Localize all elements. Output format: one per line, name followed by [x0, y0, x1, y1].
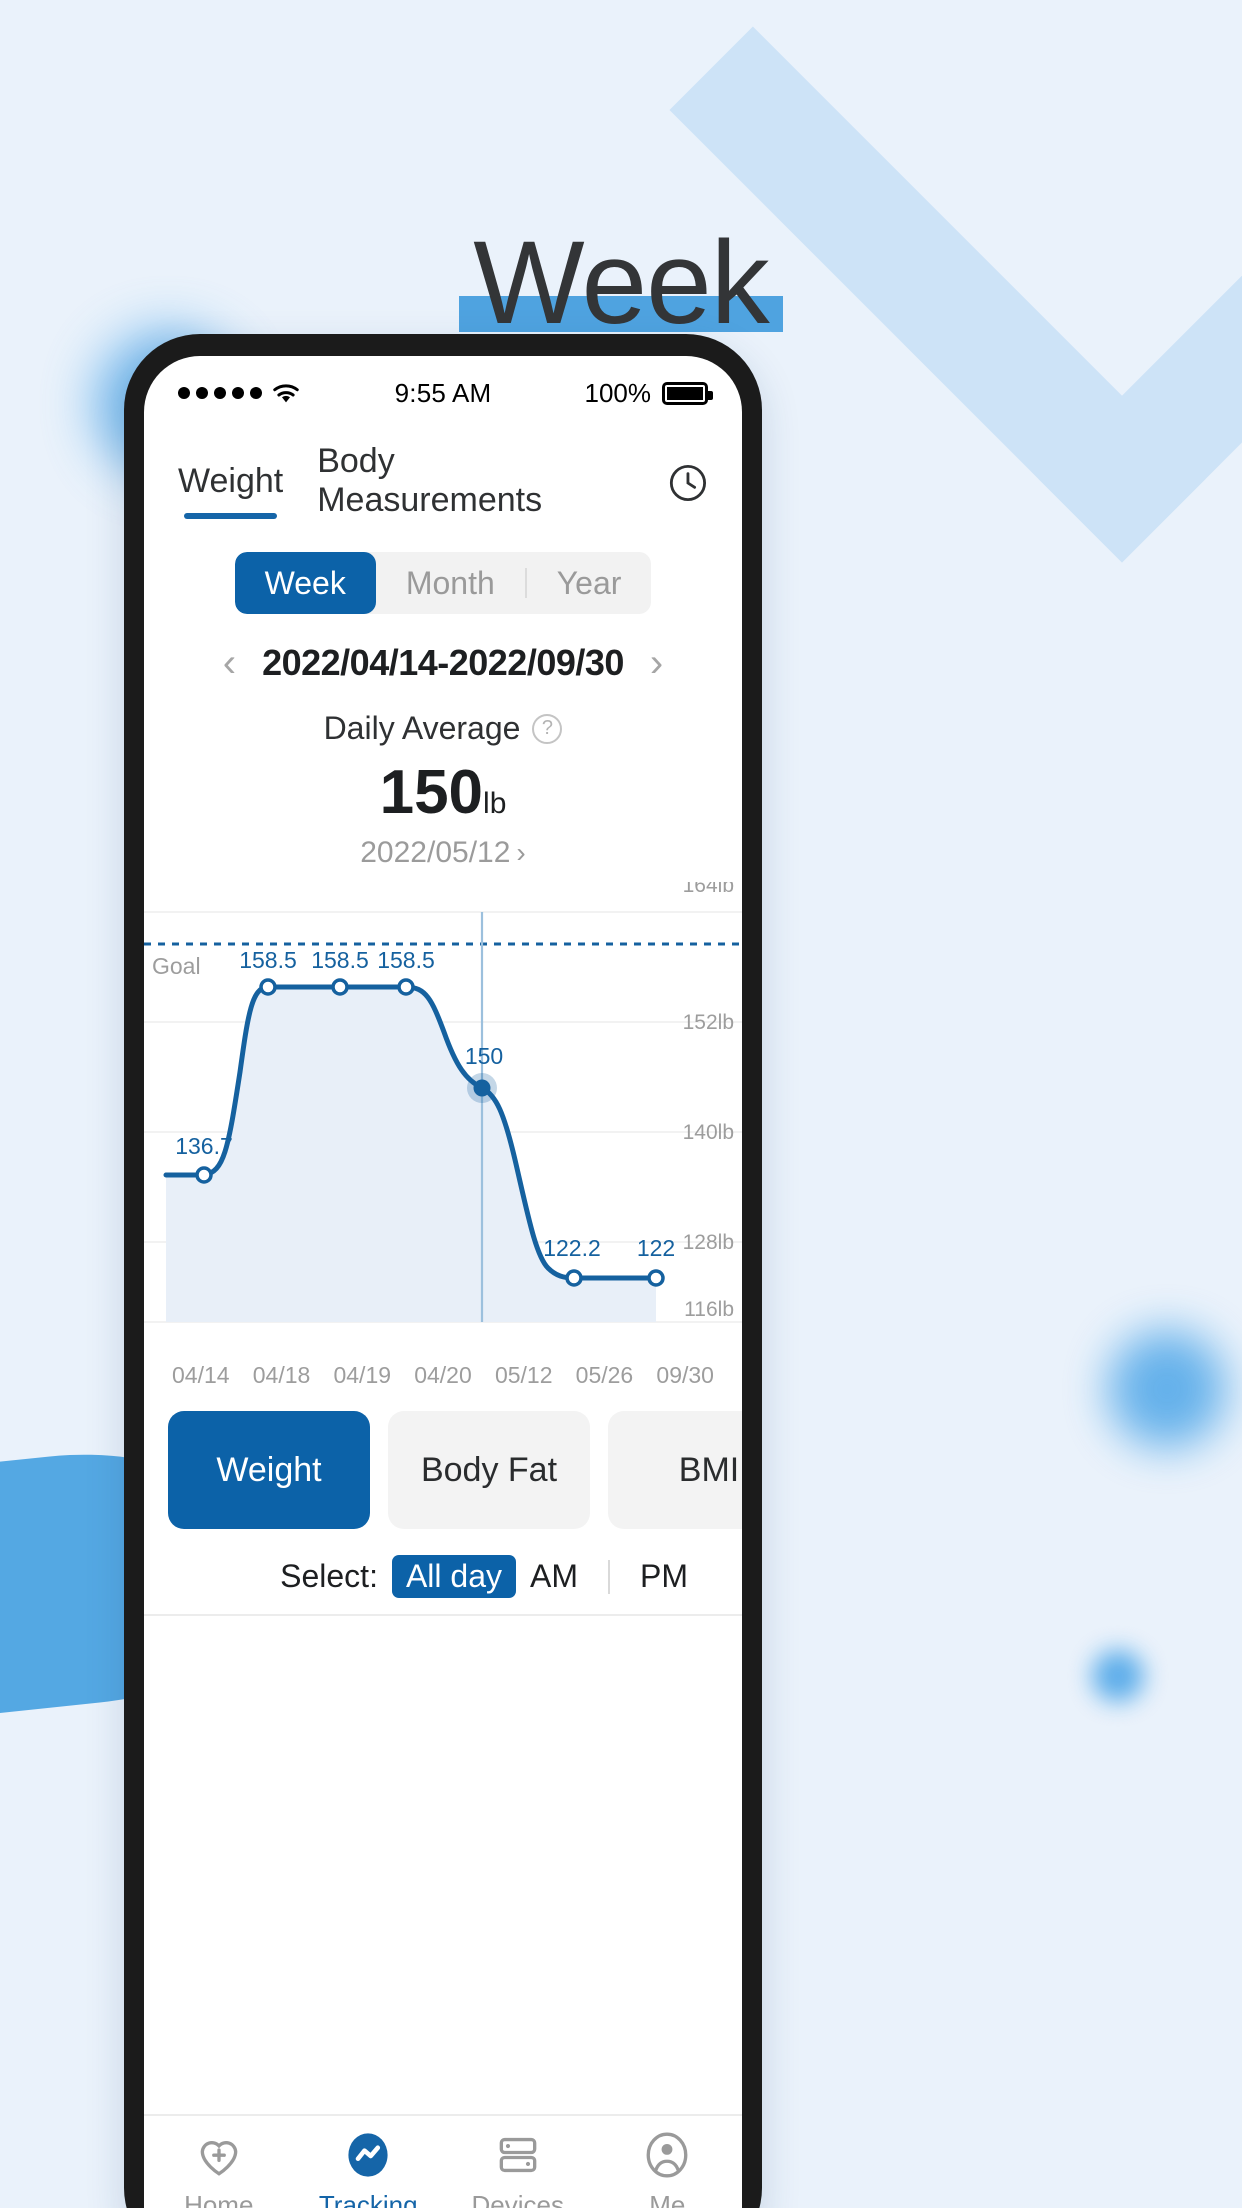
tab-weight[interactable]: Weight [178, 462, 283, 519]
point-label-2: 158.5 [311, 947, 369, 973]
daily-average-header: Daily Average ? [144, 710, 742, 747]
point-label-1: 158.5 [239, 947, 297, 973]
nav-item-tracking[interactable]: Tracking [294, 2130, 444, 2208]
point-label-0: 136.7 [175, 1133, 233, 1159]
daily-average-value: 150lb [144, 757, 742, 828]
chevron-left-icon[interactable]: ‹ [223, 643, 236, 683]
ytick-152: 152lb [683, 1011, 734, 1034]
range-segmented-control: Week Month Year [144, 552, 742, 614]
xtick-0: 04/14 [172, 1362, 230, 1388]
point-label-3: 158.5 [377, 947, 435, 973]
metric-bmi[interactable]: BMI [608, 1411, 742, 1529]
ytick-140: 140lb [683, 1121, 734, 1144]
segment-month[interactable]: Month [376, 552, 525, 614]
select-label: Select: [280, 1558, 378, 1594]
select-divider [608, 1559, 610, 1594]
select-all-day[interactable]: All day [391, 1555, 516, 1598]
headline-text: Week [473, 217, 769, 349]
point-label-6: 122 [637, 1235, 675, 1261]
select-am[interactable]: AM [516, 1555, 592, 1598]
time-of-day-selector: Select: All day AM PM [144, 1529, 742, 1616]
daily-average-date-row[interactable]: 2022/05/12 › [144, 836, 742, 870]
tab-body-measurements[interactable]: Body Measurements [317, 442, 600, 538]
segment-week[interactable]: Week [234, 552, 376, 614]
status-bar: 9:55 AM 100% [144, 356, 742, 414]
daily-average-number: 150 [379, 758, 484, 827]
daily-average-unit: lb [483, 787, 507, 820]
daily-average-date: 2022/05/12 [360, 836, 511, 869]
selected-point [473, 1079, 491, 1097]
date-range-navigator: ‹ 2022/04/14-2022/09/30 › [144, 642, 742, 684]
nav-item-me[interactable]: Me [593, 2130, 743, 2208]
weight-chart-svg: 136.7 158.5 158.5 158.5 150 122.2 122 Go… [144, 882, 742, 1323]
point-label-5: 122.2 [543, 1235, 601, 1261]
nav-label-home: Home [184, 2190, 254, 2208]
date-range-text: 2022/04/14-2022/09/30 [262, 642, 624, 683]
metric-body-fat[interactable]: Body Fat [388, 1411, 590, 1529]
chart-x-axis: 04/14 04/18 04/19 04/20 05/12 05/26 09/3… [144, 1352, 742, 1389]
segment-year[interactable]: Year [527, 552, 652, 614]
tracking-pulse-icon [348, 2133, 388, 2177]
xtick-6: 09/30 [656, 1362, 714, 1388]
ytick-128: 128lb [683, 1231, 734, 1254]
clock-icon[interactable] [668, 461, 708, 505]
blob-decoration-right-small [1092, 1650, 1144, 1702]
chevron-right-icon[interactable]: › [650, 643, 663, 683]
select-pm[interactable]: PM [626, 1555, 702, 1598]
nav-item-home[interactable]: Home [144, 2130, 294, 2208]
poster-headline: Week [0, 221, 1242, 346]
point-label-4: 150 [465, 1043, 503, 1069]
phone-frame: 9:55 AM 100% Weight Body Measurements We… [124, 334, 762, 2208]
chart-area-fill [166, 987, 656, 1322]
tab-weight-label: Weight [178, 461, 284, 500]
top-tab-bar: Weight Body Measurements [144, 414, 742, 538]
xtick-2: 04/19 [333, 1362, 392, 1388]
nav-label-devices: Devices [471, 2190, 564, 2208]
weight-chart[interactable]: 136.7 158.5 158.5 158.5 150 122.2 122 Go… [144, 882, 742, 1352]
ytick-164: 164lb [683, 882, 734, 897]
battery-full-icon [662, 381, 714, 405]
daily-average-label: Daily Average [323, 710, 521, 746]
nav-label-tracking: Tracking [318, 2190, 418, 2208]
phone-screen: 9:55 AM 100% Weight Body Measurements We… [144, 356, 742, 2208]
xtick-3: 04/20 [414, 1362, 472, 1388]
tab-body-measurements-label: Body Measurements [317, 442, 543, 519]
metric-selector: Weight Body Fat BMI Mu [144, 1389, 742, 1529]
wifi-icon [273, 384, 299, 403]
person-icon [646, 2132, 688, 2178]
xtick-1: 04/18 [252, 1362, 311, 1388]
blob-decoration-right-large [1108, 1330, 1226, 1448]
heart-plus-icon [200, 2141, 238, 2176]
chevron-right-icon: › [516, 837, 526, 868]
ytick-116: 116lb [684, 1298, 734, 1321]
xtick-5: 05/26 [575, 1362, 634, 1388]
xtick-4: 05/12 [494, 1362, 553, 1388]
goal-label: Goal [152, 953, 201, 979]
question-mark-icon[interactable]: ? [532, 713, 563, 744]
devices-icon [499, 2137, 537, 2173]
nav-item-devices[interactable]: Devices [443, 2130, 593, 2208]
signal-dots-icon [178, 387, 262, 399]
bottom-navigation: Home Tracking Devices Me [144, 2114, 742, 2208]
metric-weight[interactable]: Weight [168, 1411, 370, 1529]
nav-label-me: Me [649, 2190, 686, 2208]
poster-stage: Week 9:55 AM 100% Weight Body Measuremen… [0, 0, 1242, 2208]
status-time: 9:55 AM [394, 377, 492, 408]
battery-percent: 100% [584, 377, 652, 408]
